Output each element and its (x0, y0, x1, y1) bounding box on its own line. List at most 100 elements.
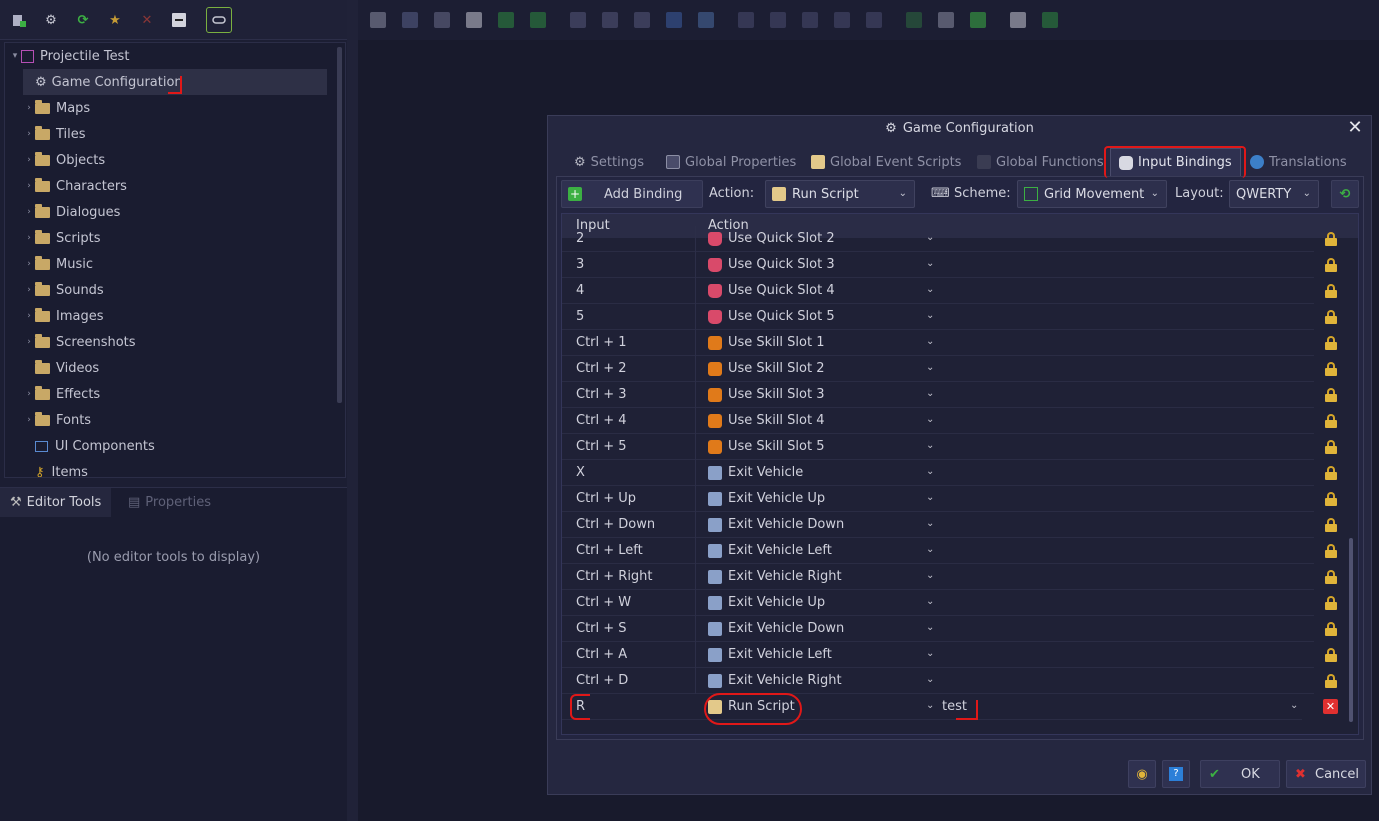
chevron-down-icon[interactable]: ⌄ (926, 388, 934, 399)
layout-select[interactable]: QWERTY ⌄ (1229, 180, 1319, 208)
screenshot-button[interactable]: ◉ (1128, 760, 1156, 788)
toolbar-tool-icon[interactable] (434, 12, 450, 28)
chevron-right-icon[interactable]: › (23, 129, 35, 139)
chevron-down-icon[interactable]: ⌄ (926, 336, 934, 347)
toolbar-tool-icon[interactable] (1010, 12, 1026, 28)
chevron-right-icon[interactable]: › (23, 233, 35, 243)
chevron-down-icon[interactable]: ⌄ (926, 440, 934, 451)
tab-global-properties[interactable]: Global Properties (666, 148, 796, 176)
table-row[interactable]: 3 Use Quick Slot 3 ⌄ (562, 252, 1314, 278)
tab-global-functions[interactable]: Global Functions (977, 148, 1104, 176)
binding-action[interactable]: Use Quick Slot 5 (708, 309, 835, 324)
table-row[interactable]: Ctrl + 2 Use Skill Slot 2 ⌄ (562, 356, 1314, 382)
chevron-right-icon[interactable]: › (23, 285, 35, 295)
binding-action[interactable]: Use Quick Slot 4 (708, 283, 835, 298)
binding-action[interactable]: Exit Vehicle (708, 465, 803, 480)
tree-item[interactable]: Videos (23, 355, 327, 381)
binding-action[interactable]: Exit Vehicle Up (708, 595, 825, 610)
chevron-down-icon[interactable]: ▾ (9, 51, 21, 61)
chevron-down-icon[interactable]: ⌄ (926, 284, 934, 295)
scheme-select[interactable]: Grid Movement ⌄ (1017, 180, 1167, 208)
binding-action[interactable]: Use Skill Slot 5 (708, 439, 824, 454)
table-row[interactable]: 5 Use Quick Slot 5 ⌄ (562, 304, 1314, 330)
binding-action[interactable]: Exit Vehicle Up (708, 491, 825, 506)
toolbar-tool-icon[interactable] (370, 12, 386, 28)
toolbar-tool-icon[interactable] (466, 12, 482, 28)
table-row[interactable]: Ctrl + 3 Use Skill Slot 3 ⌄ (562, 382, 1314, 408)
close-button[interactable]: ✕ (1345, 118, 1365, 138)
chevron-down-icon[interactable]: ⌄ (926, 414, 934, 425)
tree-item[interactable]: › Images (23, 303, 327, 329)
chevron-right-icon[interactable]: › (23, 337, 35, 347)
tree-item[interactable]: › Characters (23, 173, 327, 199)
binding-action[interactable]: Exit Vehicle Right (708, 673, 842, 688)
chevron-right-icon[interactable]: › (23, 389, 35, 399)
toolbar-tool-icon[interactable] (770, 12, 786, 28)
table-row[interactable]: Ctrl + Right Exit Vehicle Right ⌄ (562, 564, 1314, 590)
table-row[interactable]: X Exit Vehicle ⌄ (562, 460, 1314, 486)
panel-divider[interactable] (347, 0, 358, 821)
tab-global-event-scripts[interactable]: Global Event Scripts (811, 148, 961, 176)
toolbar-tool-icon[interactable] (938, 12, 954, 28)
toolbar-tool-icon[interactable] (666, 12, 682, 28)
toolbar-tool-icon[interactable] (738, 12, 754, 28)
binding-action[interactable]: Use Quick Slot 3 (708, 257, 835, 272)
table-row[interactable]: Ctrl + 4 Use Skill Slot 4 ⌄ (562, 408, 1314, 434)
binding-action[interactable]: Exit Vehicle Left (708, 647, 832, 662)
tree-item[interactable]: › Effects (23, 381, 327, 407)
tree-item[interactable]: › Maps (23, 95, 327, 121)
chevron-right-icon[interactable]: › (23, 415, 35, 425)
binding-action[interactable]: Use Skill Slot 4 (708, 413, 824, 428)
cancel-button[interactable]: ✖ Cancel (1286, 760, 1366, 788)
tab-editor-tools[interactable]: ⚒ Editor Tools (0, 488, 112, 517)
chevron-right-icon[interactable]: › (23, 103, 35, 113)
tab-translations[interactable]: Translations (1250, 148, 1347, 176)
toolbar-tool-icon[interactable] (866, 12, 882, 28)
toolbar-tool-icon[interactable] (1042, 12, 1058, 28)
toolbar-tool-icon[interactable] (834, 12, 850, 28)
tab-input-bindings[interactable]: Input Bindings (1110, 148, 1241, 176)
table-row[interactable]: Ctrl + Down Exit Vehicle Down ⌄ (562, 512, 1314, 538)
tab-properties[interactable]: ▤ Properties (118, 488, 221, 517)
binding-action[interactable]: Use Quick Slot 2 (708, 231, 835, 246)
tree-item[interactable]: UI Components (23, 433, 327, 459)
toolbar-tool-icon[interactable] (498, 12, 514, 28)
binding-action[interactable]: Use Skill Slot 2 (708, 361, 824, 376)
tree-scrollbar[interactable] (337, 47, 342, 403)
tree-item[interactable]: › Screenshots (23, 329, 327, 355)
chevron-down-icon[interactable]: ⌄ (926, 674, 934, 685)
chevron-down-icon[interactable]: ⌄ (926, 700, 934, 711)
table-row[interactable]: Ctrl + Left Exit Vehicle Left ⌄ (562, 538, 1314, 564)
delete-binding-button[interactable]: ✕ (1323, 699, 1338, 714)
binding-action[interactable]: Exit Vehicle Left (708, 543, 832, 558)
table-row[interactable]: 4 Use Quick Slot 4 ⌄ (562, 278, 1314, 304)
table-row[interactable]: Ctrl + A Exit Vehicle Left ⌄ (562, 642, 1314, 668)
chevron-right-icon[interactable]: › (23, 207, 35, 217)
collapse-icon[interactable] (168, 9, 190, 31)
table-row[interactable]: Ctrl + 1 Use Skill Slot 1 ⌄ (562, 330, 1314, 356)
chevron-down-icon[interactable]: ⌄ (926, 492, 934, 503)
tree-item[interactable]: › Sounds (23, 277, 327, 303)
chevron-right-icon[interactable]: › (23, 259, 35, 269)
chevron-down-icon[interactable]: ⌄ (926, 310, 934, 321)
help-button[interactable]: ? (1162, 760, 1190, 788)
chevron-down-icon[interactable]: ⌄ (926, 466, 934, 477)
chevron-down-icon[interactable]: ⌄ (926, 596, 934, 607)
binding-action[interactable]: Use Skill Slot 3 (708, 387, 824, 402)
gear-icon[interactable]: ⚙ (40, 9, 62, 31)
table-row[interactable]: Ctrl + S Exit Vehicle Down ⌄ (562, 616, 1314, 642)
tree-item[interactable]: › Scripts (23, 225, 327, 251)
toolbar-tool-icon[interactable] (906, 12, 922, 28)
chevron-down-icon[interactable]: ⌄ (926, 622, 934, 633)
binding-action[interactable]: Exit Vehicle Right (708, 569, 842, 584)
tree-item[interactable]: › Objects (23, 147, 327, 173)
table-row-custom[interactable]: R Run Script ⌄ test ⌄ (562, 694, 1302, 720)
chevron-down-icon[interactable]: ⌄ (926, 362, 934, 373)
tree-item[interactable]: › Fonts (23, 407, 327, 433)
new-resource-icon[interactable] (8, 9, 30, 31)
binding-action[interactable]: Run Script (708, 699, 795, 714)
tree-item[interactable]: ⚷ Items (23, 459, 327, 478)
tree-item-project[interactable]: ▾ Projectile Test (9, 43, 329, 69)
chevron-down-icon[interactable]: ⌄ (926, 518, 934, 529)
table-row[interactable]: Ctrl + W Exit Vehicle Up ⌄ (562, 590, 1314, 616)
